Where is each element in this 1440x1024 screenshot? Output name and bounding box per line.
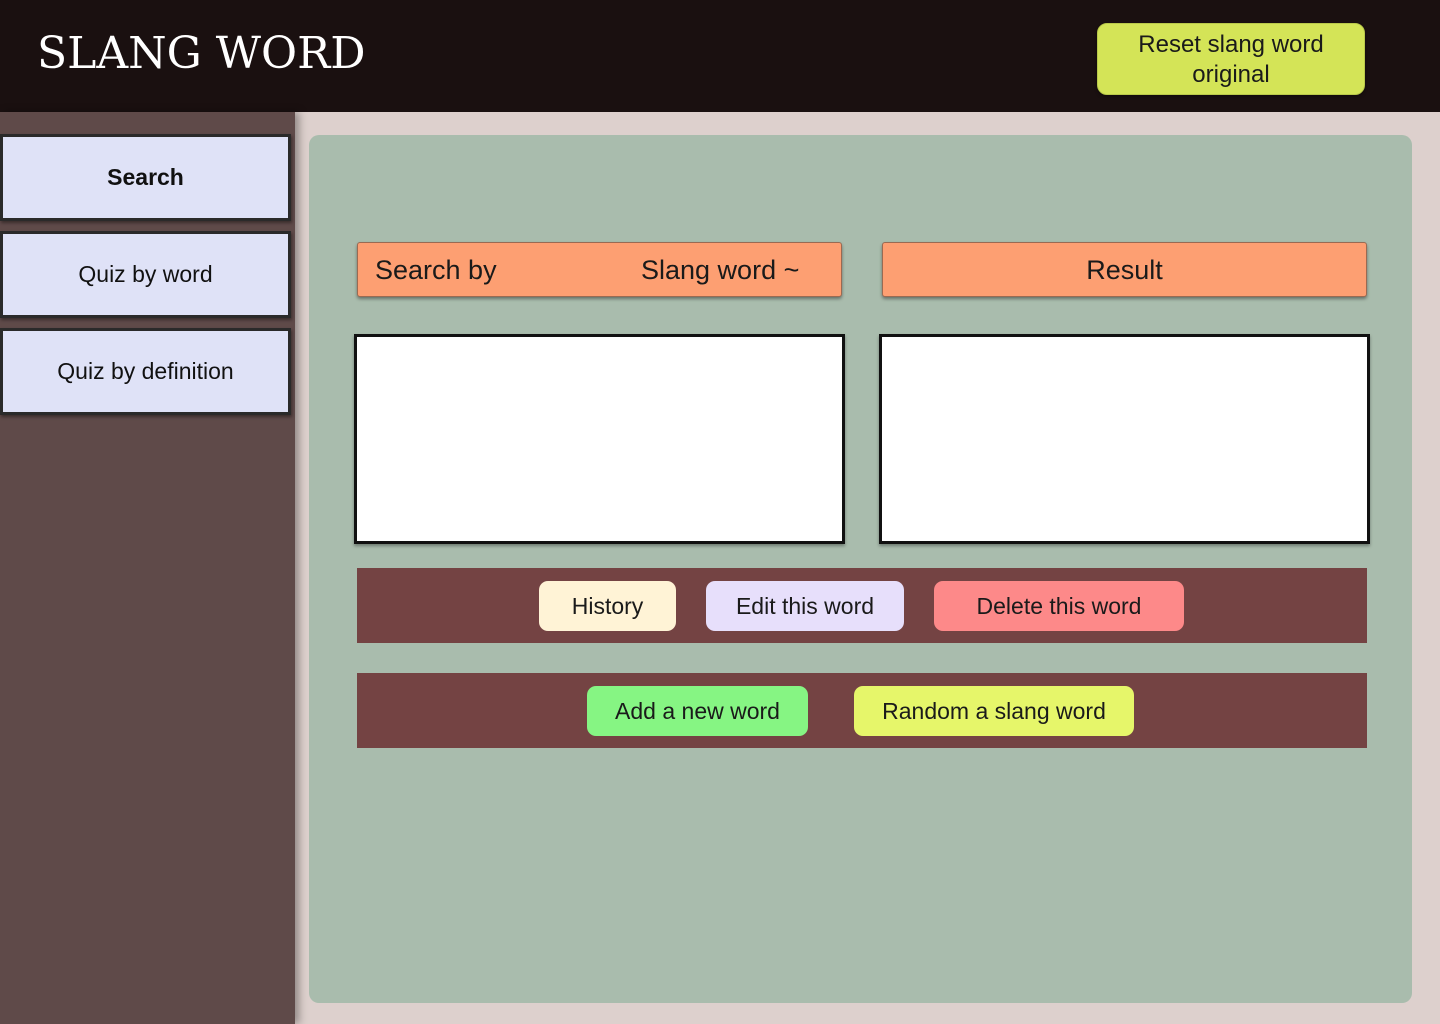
edit-word-button[interactable]: Edit this word <box>706 581 904 631</box>
search-input[interactable] <box>354 334 845 544</box>
sidebar-item-quiz-by-definition[interactable]: Quiz by definition <box>0 328 291 415</box>
search-by-label: Search by <box>375 255 497 285</box>
search-by-dropdown[interactable]: Slang word ~ <box>641 255 799 286</box>
action-row-secondary: Add a new word Random a slang word <box>357 673 1367 748</box>
reset-button-label-line2: original <box>1192 61 1270 88</box>
result-box <box>879 334 1370 544</box>
reset-button-label-line1: Reset slang word <box>1138 31 1324 58</box>
reset-slang-word-button[interactable]: Reset slang word original <box>1097 23 1365 95</box>
delete-word-button[interactable]: Delete this word <box>934 581 1184 631</box>
history-button[interactable]: History <box>539 581 676 631</box>
random-word-button[interactable]: Random a slang word <box>854 686 1134 736</box>
result-header: Result <box>882 242 1367 297</box>
action-row-primary: History Edit this word Delete this word <box>357 568 1367 643</box>
sidebar-item-search[interactable]: Search <box>0 134 291 221</box>
add-word-button[interactable]: Add a new word <box>587 686 808 736</box>
sidebar-item-quiz-by-word[interactable]: Quiz by word <box>0 231 291 318</box>
app-title: SLANG WORD <box>37 28 366 79</box>
search-by-bar: Search by Slang word ~ <box>357 242 842 297</box>
app-header: SLANG WORD Reset slang word original <box>0 0 1440 112</box>
main-panel: Search by Slang word ~ Result History Ed… <box>309 135 1412 1003</box>
sidebar: Search Quiz by word Quiz by definition <box>0 112 295 1024</box>
